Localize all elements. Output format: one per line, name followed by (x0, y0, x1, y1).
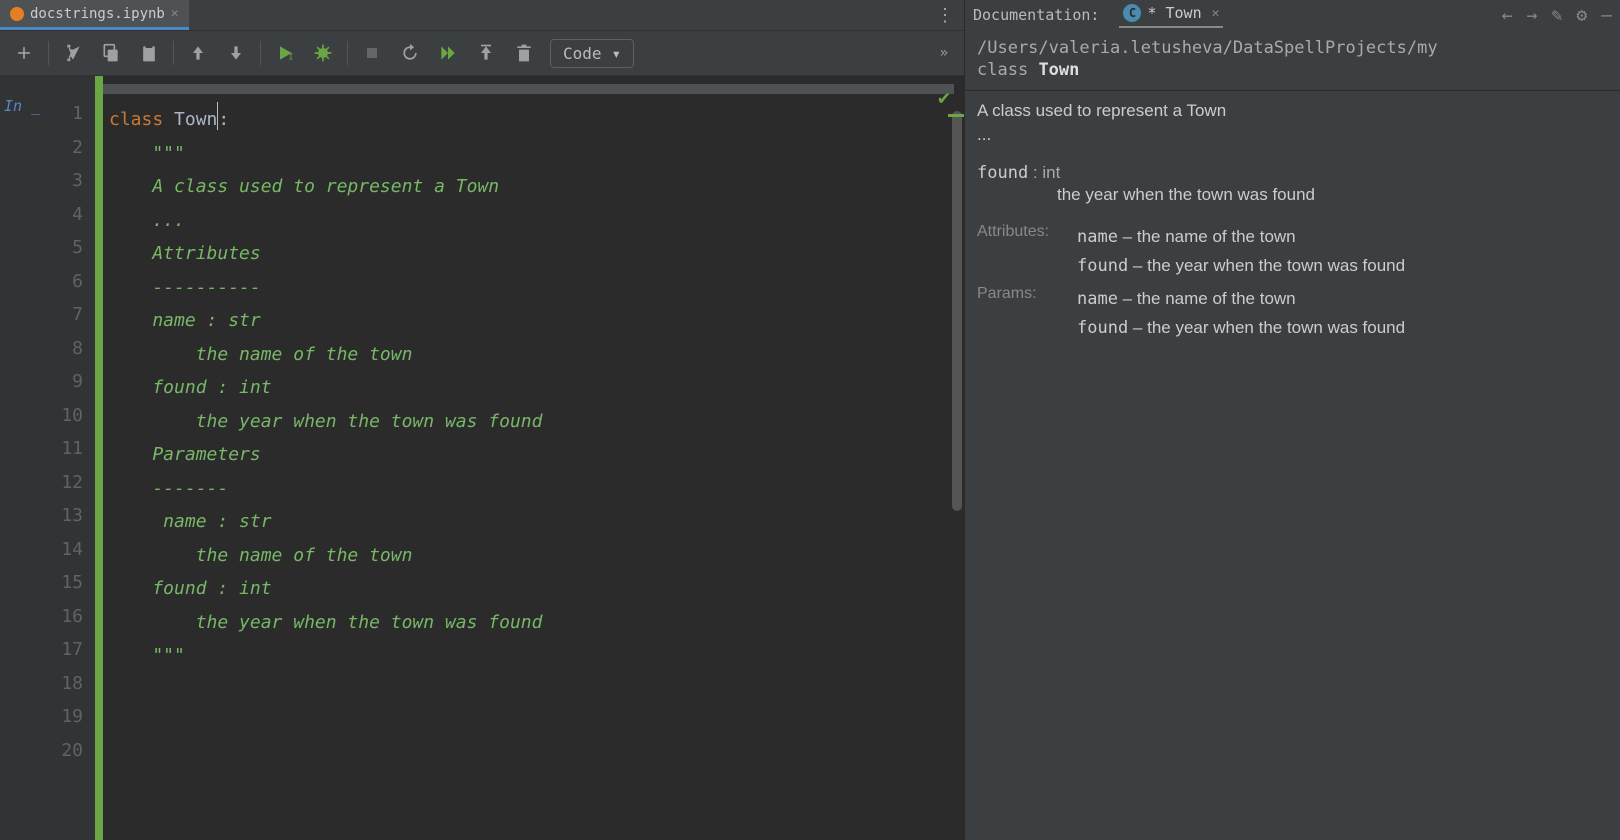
jupyter-icon (10, 7, 24, 21)
attributes-label: Attributes: (977, 223, 1077, 241)
paste-button[interactable] (131, 35, 167, 71)
doc-ellipsis: ... (977, 125, 1608, 145)
doc-class-signature: class Town (965, 60, 1620, 90)
run-to-button[interactable] (468, 35, 504, 71)
editor-tab[interactable]: docstrings.ipynb ✕ (0, 0, 189, 30)
cell-type-value: Code (563, 44, 602, 63)
run-all-button[interactable] (430, 35, 466, 71)
inspection-ok-icon[interactable]: ✔ (938, 81, 950, 115)
scrollbar[interactable] (952, 111, 962, 511)
forward-button[interactable]: → (1527, 5, 1538, 26)
tabs-more-icon[interactable]: ⋮ (926, 0, 964, 30)
toolbar-overflow-icon[interactable]: » (930, 45, 958, 61)
doc-path: /Users/valeria.letusheva/DataSpellProjec… (965, 30, 1620, 60)
cell-type-dropdown[interactable]: Code ▾ (550, 39, 634, 68)
move-up-button[interactable] (180, 35, 216, 71)
doc-panel-title: Documentation: (973, 6, 1099, 24)
svg-text:I: I (288, 52, 293, 62)
run-cell-button[interactable]: I (267, 35, 303, 71)
debug-button[interactable] (305, 35, 341, 71)
edit-button[interactable]: ✎ (1551, 5, 1562, 26)
params-label: Params: (977, 285, 1077, 303)
copy-button[interactable] (93, 35, 129, 71)
class-icon: C (1123, 4, 1141, 22)
close-icon[interactable]: ✕ (1212, 6, 1220, 21)
chevron-down-icon: ▾ (612, 44, 622, 63)
stop-button[interactable] (354, 35, 390, 71)
tab-filename: docstrings.ipynb (30, 6, 165, 22)
move-down-button[interactable] (218, 35, 254, 71)
doc-tab-name: * Town (1147, 4, 1201, 22)
back-button[interactable]: ← (1502, 5, 1513, 26)
add-cell-button[interactable] (6, 35, 42, 71)
attributes-content: name – the name of the town found – the … (1077, 223, 1608, 281)
doc-tab[interactable]: C * Town ✕ (1119, 2, 1223, 28)
delete-button[interactable] (506, 35, 542, 71)
minimize-icon[interactable]: — (1601, 5, 1612, 26)
settings-icon[interactable]: ⚙ (1576, 5, 1587, 26)
restart-button[interactable] (392, 35, 428, 71)
code-editor[interactable]: In _ 123 456 789 101112 131415 161718 19… (0, 76, 964, 840)
line-gutter: 123 456 789 101112 131415 161718 1920 (45, 76, 95, 840)
cell-prompt: In _ (0, 76, 45, 840)
close-icon[interactable]: ✕ (171, 6, 179, 21)
params-content: name – the name of the town found – the … (1077, 285, 1608, 343)
doc-field-found: found : int the year when the town was f… (977, 163, 1608, 205)
cut-button[interactable] (55, 35, 91, 71)
doc-summary: A class used to represent a Town (977, 101, 1608, 121)
